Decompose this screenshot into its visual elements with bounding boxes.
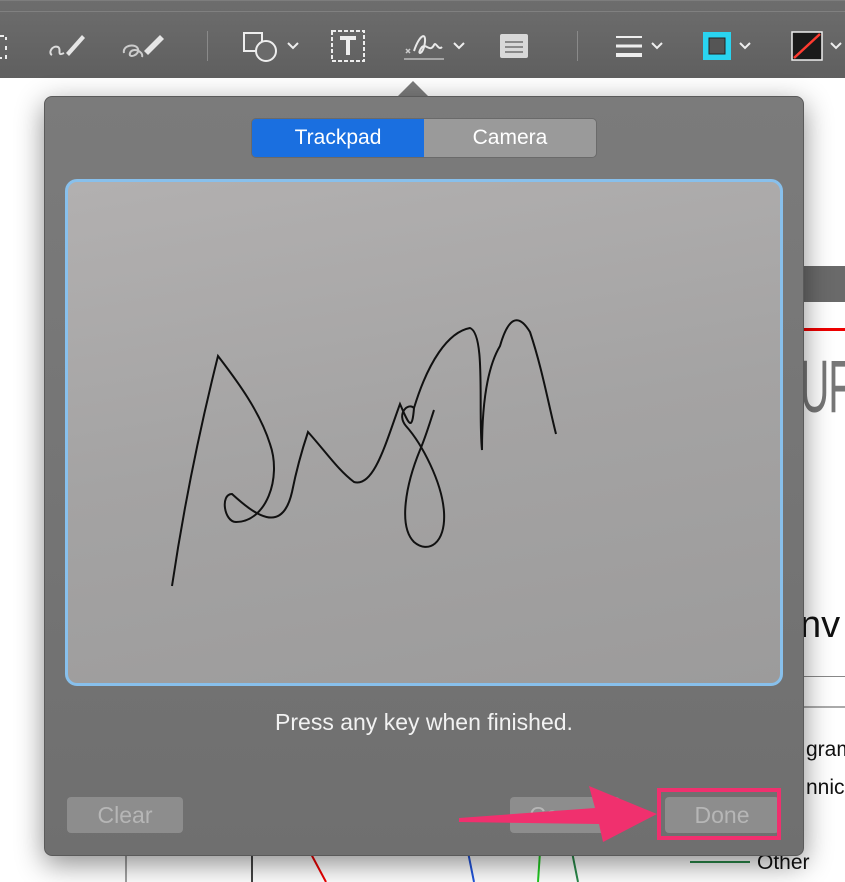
- sketch-icon[interactable]: [46, 29, 88, 63]
- legend-line: [690, 861, 750, 863]
- border-color-icon[interactable]: [702, 29, 752, 63]
- line-style-icon[interactable]: [614, 29, 664, 63]
- done-button-highlight: [657, 788, 781, 840]
- doc-subheading-fragment: nv: [800, 604, 841, 646]
- tab-camera[interactable]: Camera: [424, 119, 596, 157]
- note-icon[interactable]: [498, 29, 530, 63]
- doc-text-line: gram: [806, 738, 845, 761]
- doc-header-bar: [802, 266, 845, 302]
- doc-text-line: nnica: [806, 776, 845, 799]
- doc-divider: [802, 706, 845, 708]
- doc-red-rule: [802, 328, 845, 331]
- popover-pointer: [397, 81, 429, 97]
- signature-drawing: [171, 319, 557, 587]
- instruction-text: Press any key when finished.: [275, 709, 573, 735]
- capture-mode-segmented-control: Trackpad Camera: [251, 118, 597, 158]
- signature-popover: Trackpad Camera Press any key when finis…: [44, 96, 804, 856]
- pointer-arrow-icon: [459, 786, 657, 842]
- selection-icon[interactable]: [0, 29, 12, 63]
- tab-trackpad[interactable]: Trackpad: [252, 119, 424, 157]
- chevron-down-icon: [739, 42, 751, 50]
- doc-heading-fragment: UF: [800, 345, 845, 428]
- text-box-icon[interactable]: [330, 29, 366, 63]
- doc-divider: [802, 676, 845, 677]
- markup-toolbar: [0, 0, 845, 79]
- chevron-down-icon: [453, 42, 465, 50]
- clear-button[interactable]: Clear: [67, 797, 183, 833]
- draw-icon[interactable]: [120, 29, 168, 63]
- chevron-down-icon: [651, 42, 663, 50]
- chevron-down-icon: [287, 42, 299, 50]
- chevron-down-icon: [830, 42, 842, 50]
- signature-pad[interactable]: [65, 179, 783, 686]
- shapes-icon[interactable]: [242, 29, 300, 63]
- signature-icon[interactable]: [402, 29, 466, 63]
- fill-color-icon[interactable]: [791, 29, 843, 63]
